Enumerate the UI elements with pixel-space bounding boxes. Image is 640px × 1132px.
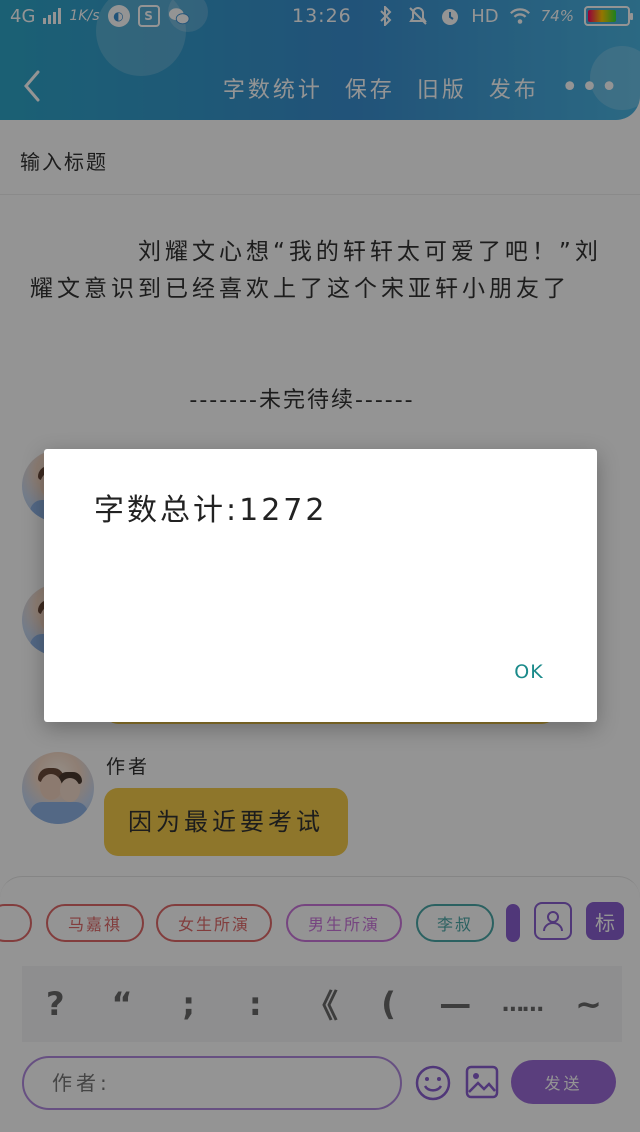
ok-button[interactable]: OK [500,655,558,689]
word-count-message: 字数总计:1272 [94,493,328,528]
word-count-dialog: 字数总计:1272 OK [44,449,597,722]
